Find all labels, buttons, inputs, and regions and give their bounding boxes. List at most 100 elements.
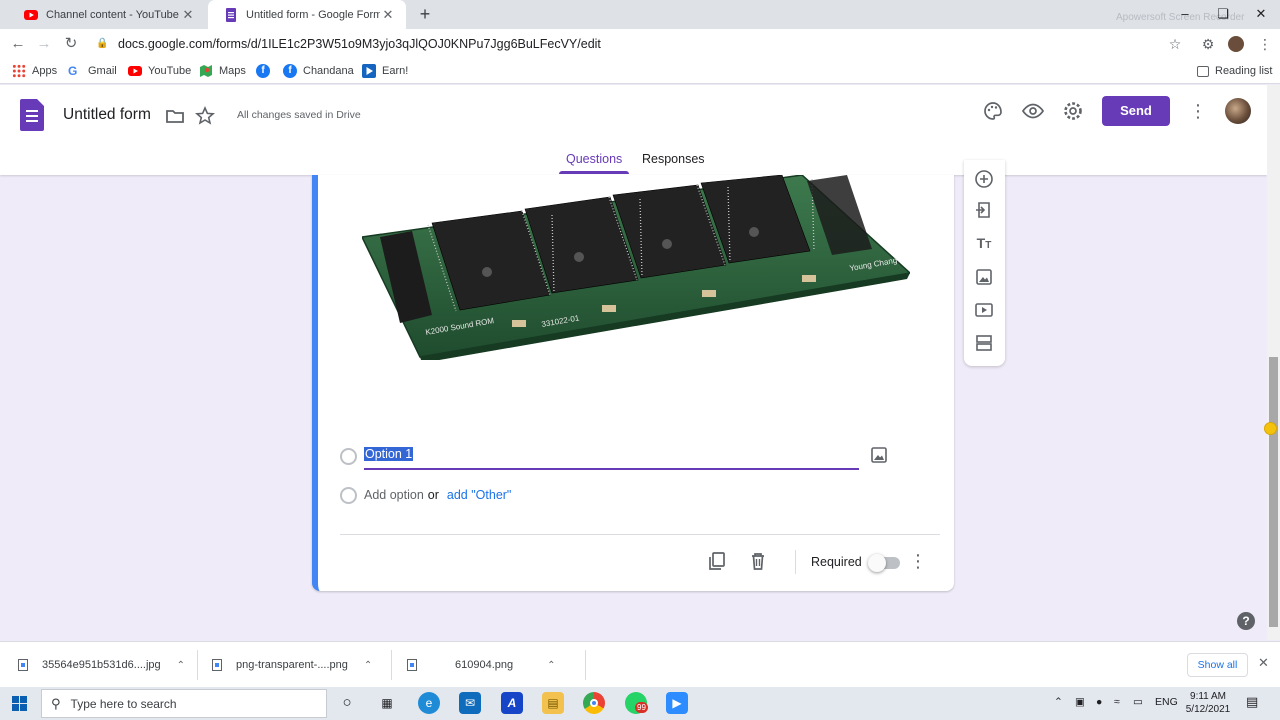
browser-menu-icon[interactable]: ⋮ [1254,33,1276,55]
minimize-icon[interactable]: – [1166,0,1204,29]
notifications-icon[interactable]: ▤ [1246,694,1258,710]
tab-youtube-studio[interactable]: Channel content - YouTube Studio ✕ [8,0,206,29]
bookmark-apps[interactable]: Apps [12,63,57,79]
reload-icon[interactable]: ↻ [60,33,82,55]
download-item[interactable]: 35564e951b531d6....jpg ⌃ [18,642,185,688]
toggle-knob [868,554,886,572]
bookmark-chandana[interactable]: f Chandana [283,63,354,79]
option-1-input[interactable]: Option 1 [364,447,414,465]
tab-google-forms[interactable]: Untitled form - Google Forms ✕ [208,0,406,29]
more-vert-icon[interactable]: ⋮ [1186,99,1210,123]
add-image-icon[interactable] [973,266,995,288]
bookmark-youtube[interactable]: YouTube [128,63,191,79]
address-bar[interactable]: 🔒 docs.google.com/forms/d/1ILE1c2P3W51o9… [96,31,1156,56]
play-icon [362,64,376,78]
windows-start-icon[interactable] [12,696,27,711]
new-tab-button[interactable]: + [414,3,436,25]
facebook-icon: f [256,64,270,78]
add-section-icon[interactable] [973,332,995,354]
file-icon [407,659,417,671]
chevron-up-icon[interactable]: ⌃ [364,660,372,671]
whatsapp-icon[interactable]: 99 [625,692,648,714]
reading-list-icon [1197,65,1209,77]
star-icon[interactable] [193,104,217,128]
more-vert-icon[interactable]: ⋮ [906,549,930,573]
edge-icon[interactable]: e [418,692,440,714]
question-card[interactable]: K2000 Sound ROM 331022-01 Young Chang Op… [312,175,954,591]
mail-icon[interactable]: ✉ [459,692,481,714]
bookmark-star-icon[interactable]: ☆ [1164,33,1186,55]
forms-header: Untitled form All changes saved in Drive… [0,85,1267,175]
wifi-icon[interactable]: ≈ [1114,696,1120,708]
show-all-button[interactable]: Show all [1187,653,1248,677]
add-other-link[interactable]: add "Other" [447,488,511,502]
required-toggle[interactable] [868,554,900,572]
chevron-up-icon[interactable]: ⌃ [547,660,555,671]
add-question-icon[interactable] [973,168,995,190]
close-icon[interactable]: ✕ [380,7,396,23]
google-icon: G [68,64,78,78]
cortana-icon[interactable]: ○ [336,692,358,714]
delete-icon[interactable] [746,549,770,573]
bookmark-earn[interactable]: Earn! [362,63,408,79]
back-icon[interactable]: ← [7,33,29,55]
tab-questions[interactable]: Questions [566,152,622,166]
task-view-icon[interactable]: ▦ [376,692,398,714]
network-icon[interactable]: ▣ [1075,696,1085,708]
download-item[interactable]: 610904.png ⌃ [407,642,556,688]
bookmarks-bar: Apps G Gmail YouTube Maps f f Chandana E… [0,58,1280,84]
download-item[interactable]: png-transparent-....png ⌃ [212,642,372,688]
settings-gear-icon[interactable] [1061,99,1085,123]
option-radio[interactable] [340,448,357,465]
app-icon[interactable]: A [501,692,523,714]
window-close-icon[interactable]: ✕ [1242,0,1280,29]
folder-icon[interactable] [163,104,187,128]
forms-logo-icon[interactable] [20,99,44,131]
language-indicator[interactable]: ENG [1155,696,1178,708]
notification-badge: 99 [635,702,648,713]
profile-avatar[interactable] [1225,33,1247,55]
taskbar-search-input[interactable]: ⚲ Type here to search [41,689,327,718]
youtube-icon [128,66,142,76]
system-clock[interactable]: 9:11 AM 5/12/2021 [1182,690,1234,716]
required-label: Required [811,555,862,569]
chevron-up-icon[interactable]: ⌃ [1054,696,1063,708]
add-option-link[interactable]: Add option [364,488,424,502]
add-video-icon[interactable] [973,299,995,321]
bookmark-maps[interactable]: Maps [199,63,246,79]
help-icon[interactable]: ? [1237,612,1255,630]
file-explorer-icon[interactable]: ▤ [542,692,564,714]
palette-icon[interactable] [981,99,1005,123]
close-icon[interactable]: ✕ [180,7,196,23]
forward-icon[interactable]: → [33,33,55,55]
send-button[interactable]: Send [1102,96,1170,126]
tab-responses[interactable]: Responses [642,152,705,166]
bookmark-facebook[interactable]: f [256,63,276,79]
tab-title: Untitled form - Google Forms [246,8,380,21]
lock-icon: 🔒 [96,38,109,49]
microphone-icon[interactable]: ● [1096,696,1102,708]
ram-module-image[interactable]: K2000 Sound ROM 331022-01 Young Chang [362,175,910,360]
preview-eye-icon[interactable] [1021,99,1045,123]
search-icon: ⚲ [51,695,61,711]
scrollbar-thumb[interactable] [1269,357,1278,627]
form-title[interactable]: Untitled form [63,106,151,124]
chevron-up-icon[interactable]: ⌃ [177,660,185,671]
extensions-icon[interactable]: ⚙ [1197,33,1219,55]
image-icon[interactable] [867,443,891,467]
restore-icon[interactable]: ❏ [1204,0,1242,29]
import-questions-icon[interactable] [973,199,995,221]
chrome-icon[interactable] [583,692,605,714]
url-text: docs.google.com/forms/d/1ILE1c2P3W51o9M3… [118,36,601,51]
close-icon[interactable]: ✕ [1258,655,1269,671]
duplicate-icon[interactable] [705,549,729,573]
zoom-icon[interactable]: ▶ [666,692,688,714]
page-scrollbar[interactable] [1267,85,1280,640]
apps-grid-icon [12,64,26,78]
reading-list[interactable]: Reading list [1197,63,1272,79]
battery-icon[interactable]: ▭ [1133,696,1143,708]
tab-title: Channel content - YouTube Studio [46,8,180,21]
bookmark-gmail[interactable]: G Gmail [68,63,117,79]
avatar[interactable] [1225,98,1251,124]
add-title-icon[interactable]: TT [973,232,995,254]
